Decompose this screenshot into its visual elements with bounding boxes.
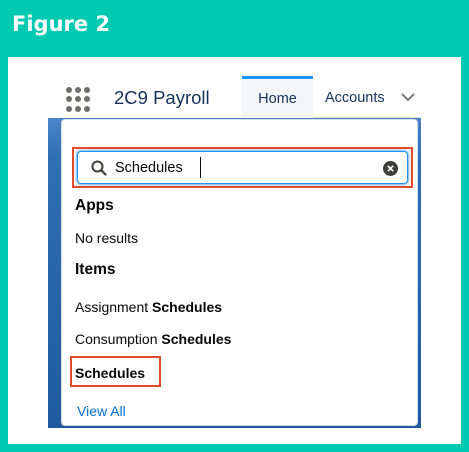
tab-accounts[interactable]: Accounts xyxy=(325,76,385,118)
result-prefix: Consumption xyxy=(75,331,162,347)
result-match: Schedules xyxy=(161,331,232,347)
search-highlight-box xyxy=(72,147,413,188)
list-item[interactable]: Consumption Schedules xyxy=(75,331,231,347)
result-highlight-box xyxy=(70,356,161,387)
app-launcher-icon[interactable] xyxy=(64,84,92,112)
salesforce-screen: 2C9 Payroll Home Accounts Schedules Apps… xyxy=(48,76,421,428)
apps-empty-text: No results xyxy=(75,230,139,246)
apps-heading: Apps xyxy=(75,197,114,214)
app-name: 2C9 Payroll xyxy=(114,87,210,108)
nav-bar: Home Accounts xyxy=(242,76,421,118)
items-heading: Items xyxy=(75,261,116,278)
result-prefix: Assignment xyxy=(75,299,153,315)
view-all-link[interactable]: View All xyxy=(77,403,126,419)
screenshot-frame: 2C9 Payroll Home Accounts Schedules Apps… xyxy=(8,57,461,444)
tab-home[interactable]: Home xyxy=(242,76,313,118)
figure-title: Figure 2 xyxy=(12,12,111,36)
chevron-down-icon[interactable] xyxy=(399,90,417,104)
result-match: Schedules xyxy=(152,299,223,315)
list-item[interactable]: Assignment Schedules xyxy=(75,299,222,315)
